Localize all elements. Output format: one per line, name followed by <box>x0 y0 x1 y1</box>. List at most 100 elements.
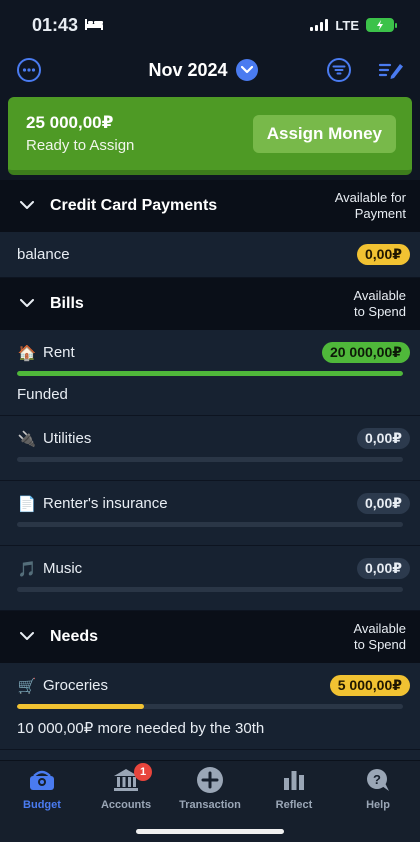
header-actions <box>326 57 404 83</box>
group-header-left: Bills <box>20 295 84 313</box>
edit-list-icon <box>378 63 403 79</box>
status-bar: 01:43 LTE <box>0 0 420 50</box>
group-column-label-line: to Spend <box>353 637 406 652</box>
signal-icon <box>310 19 329 31</box>
chevron-down-icon[interactable] <box>20 197 34 215</box>
budget-icon <box>27 767 57 793</box>
status-indicators: LTE <box>310 17 397 33</box>
chevron-down-icon <box>235 59 258 81</box>
group-column-label-line: to Spend <box>353 304 406 319</box>
available-amount-pill[interactable]: 5 000,00₽ <box>329 675 410 696</box>
help-chat-icon: ? <box>364 767 392 793</box>
assign-money-button[interactable]: Assign Money <box>252 114 396 153</box>
category-name: Renter's insurance <box>43 495 168 512</box>
progress-bar <box>17 457 403 462</box>
group-name: Bills <box>50 295 84 312</box>
tab-label: Budget <box>23 799 61 811</box>
status-time-group: 01:43 <box>32 15 104 36</box>
group-header[interactable]: Bills Available to Spend <box>0 278 420 330</box>
category-status: Funded <box>17 386 68 403</box>
music-note-icon: 🎵 <box>17 560 37 578</box>
ready-to-assign-banner: 25 000,00₽ Ready to Assign Assign Money <box>8 97 412 175</box>
category-row-top: 🏠 Rent 20 000,00₽ <box>17 342 410 363</box>
bar-chart-icon <box>281 767 307 793</box>
category-name: Music <box>43 560 83 577</box>
more-options-button[interactable] <box>16 57 42 83</box>
category-row-top: 🔌 Utilities 0,00₽ <box>17 428 410 449</box>
group-name: Credit Card Payments <box>50 197 218 214</box>
group-column-label: Available for Payment <box>335 190 406 221</box>
available-amount-pill[interactable]: 0,00₽ <box>357 428 410 449</box>
filter-icon <box>327 58 351 82</box>
group-header-left: Credit Card Payments <box>20 197 217 215</box>
category-name: balance <box>17 246 70 263</box>
tab-label: Help <box>366 799 390 811</box>
available-amount-pill[interactable]: 20 000,00₽ <box>321 342 410 363</box>
category-row-top: balance 0,00₽ <box>17 244 410 265</box>
ready-to-assign-label: Ready to Assign <box>26 137 135 154</box>
cart-icon: 🛒 <box>17 677 37 695</box>
tab-label: Reflect <box>275 799 313 811</box>
group-header[interactable]: Needs Available to Spend <box>0 611 420 663</box>
home-indicator <box>136 829 284 834</box>
category-name: Utilities <box>43 430 92 447</box>
sleep-bed-icon <box>84 15 104 36</box>
group-header[interactable]: Credit Card Payments Available for Payment <box>0 180 420 232</box>
app-header: Nov 2024 <box>0 50 420 90</box>
category-row[interactable]: balance 0,00₽ <box>0 232 420 278</box>
category-name-group: 🏠 Rent <box>17 344 75 362</box>
category-row[interactable]: 📄 Renter's insurance 0,00₽ <box>0 481 420 546</box>
status-time: 01:43 <box>32 14 79 35</box>
tab-label: Accounts <box>100 799 152 811</box>
group-name: Needs <box>50 628 99 645</box>
tab-label: Transaction <box>179 799 241 811</box>
progress-bar <box>17 587 403 592</box>
group-column-label-line: Available <box>353 288 406 304</box>
chevron-down-icon[interactable] <box>20 295 34 313</box>
group-column-label-line: Available for <box>334 190 406 206</box>
available-amount-pill[interactable]: 0,00₽ <box>357 558 410 579</box>
document-icon: 📄 <box>17 495 37 513</box>
notification-badge: 1 <box>134 763 152 781</box>
available-amount-pill[interactable]: 0,00₽ <box>357 244 410 265</box>
category-name-group: 📄 Renter's insurance <box>17 495 168 513</box>
house-icon: 🏠 <box>17 344 37 362</box>
category-name: Rent <box>43 344 75 361</box>
category-row[interactable]: 🎵 Music 0,00₽ <box>0 546 420 611</box>
tab-budget[interactable]: Budget <box>0 767 84 842</box>
plus-circle-icon <box>196 767 224 793</box>
category-status: 10 000,00₽ more needed by the 30th <box>17 720 265 737</box>
chevron-down-icon[interactable] <box>20 628 34 646</box>
ready-to-assign-amount: 25 000,00₽ <box>26 113 114 132</box>
group-header-left: Needs <box>20 628 98 646</box>
month-label: Nov 2024 <box>148 59 228 80</box>
category-row[interactable]: 🏠 Rent 20 000,00₽ Funded <box>0 330 420 416</box>
group-column-label-line: Payment <box>354 206 406 221</box>
svg-text:?: ? <box>373 772 381 787</box>
category-name: Groceries <box>43 677 109 694</box>
category-row-top: 🛒 Groceries 5 000,00₽ <box>17 675 410 696</box>
group-column-label: Available to Spend <box>353 288 406 319</box>
edit-button[interactable] <box>378 57 404 83</box>
category-row-top: 📄 Renter's insurance 0,00₽ <box>17 493 410 514</box>
category-name-group: balance <box>17 246 70 263</box>
category-name-group: 🔌 Utilities <box>17 430 92 448</box>
battery-charging-icon <box>366 18 397 32</box>
more-dots-circle-icon <box>17 58 41 82</box>
group-column-label-line: Available <box>353 621 406 637</box>
group-column-label: Available to Spend <box>353 621 406 652</box>
category-name-group: 🎵 Music <box>17 560 83 578</box>
category-row[interactable]: 🛒 Groceries 5 000,00₽ 10 000,00₽ more neede… <box>0 663 420 750</box>
ready-to-assign-info: 25 000,00₽ Ready to Assign <box>26 113 134 154</box>
month-picker[interactable]: Nov 2024 <box>148 59 258 81</box>
category-row-top: 🎵 Music 0,00₽ <box>17 558 410 579</box>
filter-button[interactable] <box>326 57 352 83</box>
budget-list[interactable]: Credit Card Payments Available for Payment… <box>0 180 420 762</box>
tab-help[interactable]: ? Help <box>336 767 420 842</box>
category-row[interactable]: 🔌 Utilities 0,00₽ <box>0 416 420 481</box>
plug-icon: 🔌 <box>17 430 37 448</box>
progress-bar <box>17 522 403 527</box>
category-name-group: 🛒 Groceries <box>17 677 108 695</box>
available-amount-pill[interactable]: 0,00₽ <box>357 493 410 514</box>
network-label: LTE <box>335 17 359 33</box>
